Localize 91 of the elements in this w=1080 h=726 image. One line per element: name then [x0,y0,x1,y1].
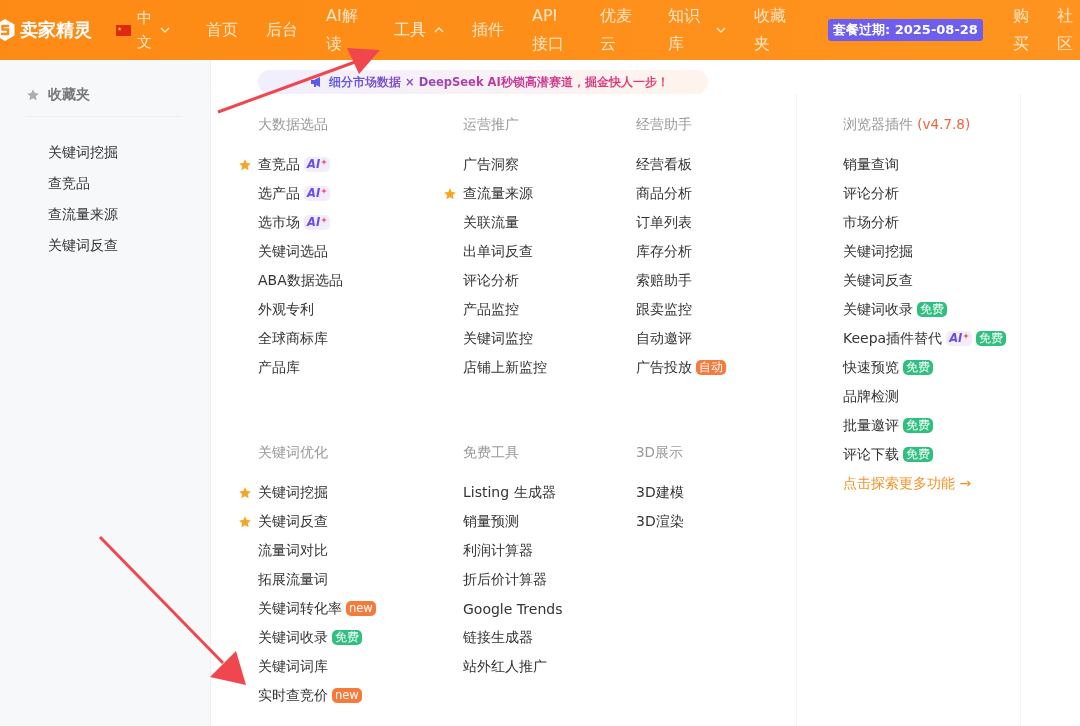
menu-item[interactable]: 利润计算器 [463,541,533,560]
menu-item[interactable]: 关键词挖掘 [258,483,328,502]
menu-item[interactable]: 批量邀评 [843,416,899,435]
menu-item[interactable]: Listing 生成器 [463,483,556,502]
free-badge: 免费 [332,630,362,645]
menu-item[interactable]: 品牌检测 [843,387,899,406]
auto-badge: 自动 [696,360,726,375]
ai-badge: AI [946,331,973,346]
expiry-badge: 套餐过期: 2025-08-28 [828,19,983,41]
flag-icon [116,24,131,36]
menu-item[interactable]: 产品库 [258,358,300,377]
menu-item[interactable]: 链接生成器 [463,628,533,647]
menu-item[interactable]: 全球商标库 [258,329,328,348]
menu-item[interactable]: 折后价计算器 [463,570,547,589]
menu-item[interactable]: 索赔助手 [636,271,692,290]
group-title: 关键词优化 [258,443,329,462]
menu-item[interactable]: 关键词反查 [258,512,328,531]
ai-badge: AI [304,157,331,172]
free-badge: 免费 [903,447,933,462]
group-title: 运营推广 [463,115,520,134]
menu-item[interactable]: 评论分析 [463,271,519,290]
menu-item[interactable]: 关键词转化率 [258,599,342,618]
menu-item[interactable]: 经营看板 [636,155,692,174]
star-icon [443,186,457,201]
menu-item[interactable]: 站外红人推广 [463,657,547,676]
menu-item[interactable]: 广告洞察 [463,155,519,174]
menu-item[interactable]: 关联流量 [463,213,519,232]
menu-item[interactable]: 选市场 [258,213,300,232]
menu-item[interactable]: ABA数据选品 [258,271,343,290]
menu-item[interactable]: 查流量来源 [463,184,533,203]
menu-item[interactable]: 广告投放 [636,358,692,377]
free-badge: 免费 [903,360,933,375]
menu-item[interactable]: 关键词收录 [843,300,913,319]
megaphone-icon [310,76,323,88]
sidebar-item[interactable]: 查流量来源 [48,199,180,230]
chevron-icon [716,27,726,33]
menu-item[interactable]: Google Trends [463,600,563,617]
new-badge: new [332,688,362,703]
sidebar-item[interactable]: 查竞品 [48,168,180,199]
star-icon [238,157,252,172]
group-title: 浏览器插件 (v4.7.8) [843,115,972,134]
sidebar-title: 收藏夹 [48,86,90,104]
chevron-icon [434,27,444,33]
menu-item[interactable]: 拓展流量词 [258,570,328,589]
menu-item[interactable]: 流量词对比 [258,541,328,560]
menu-item[interactable]: 实时查竞价 [258,686,328,705]
menu-item[interactable]: 关键词选品 [258,242,328,261]
group-title: 免费工具 [463,443,520,462]
menu-item[interactable]: 快速预览 [843,358,899,377]
announcement-banner[interactable]: 细分市场数据 × DeepSeek AI秒锁高潜赛道，掘金快人一步！ [258,70,708,94]
menu-item[interactable]: 外观专利 [258,300,314,319]
group-title: 经营助手 [636,115,693,134]
menu-item[interactable]: 评论分析 [843,184,899,203]
star-icon [238,514,252,529]
menu-item[interactable]: 查竞品 [258,155,300,174]
free-badge: 免费 [903,418,933,433]
star-icon [26,88,40,102]
group-title: 大数据选品 [258,115,329,134]
menu-item[interactable]: 出单词反查 [463,242,533,261]
sidebar-item[interactable]: 关键词反查 [48,230,180,261]
new-badge: new [346,601,376,616]
menu-item[interactable]: 3D渲染 [636,512,684,531]
group-title: 3D展示 [636,443,684,462]
logo-text: 卖家精灵 [20,18,92,42]
menu-item[interactable]: 库存分析 [636,242,692,261]
menu-item[interactable]: 商品分析 [636,184,692,203]
menu-item[interactable]: 关键词收录 [258,628,328,647]
logo-icon [0,18,16,42]
menu-item[interactable]: 市场分析 [843,213,899,232]
sidebar-item[interactable]: 关键词挖掘 [48,137,180,168]
menu-item[interactable]: 选产品 [258,184,300,203]
menu-item[interactable]: Keepa插件替代 [843,329,943,348]
star-icon [238,485,252,500]
menu-item[interactable]: 3D建模 [636,483,684,502]
menu-item[interactable]: 店铺上新监控 [463,358,547,377]
chevron-icon [159,27,170,33]
free-badge: 免费 [976,331,1007,346]
menu-item[interactable]: 评论下载 [843,445,899,464]
menu-item[interactable]: 销量预测 [463,512,519,531]
menu-item[interactable]: 跟卖监控 [636,300,692,319]
menu-item[interactable]: 销量查询 [843,155,899,174]
menu-item[interactable]: 自动邀评 [636,329,692,348]
menu-item[interactable]: 关键词反查 [843,271,913,290]
free-badge: 免费 [917,302,947,317]
menu-item[interactable]: 关键词监控 [463,329,533,348]
menu-item[interactable]: 关键词挖掘 [843,242,913,261]
ai-badge: AI [304,186,331,201]
menu-item[interactable]: 关键词词库 [258,657,328,676]
menu-item[interactable]: 订单列表 [636,213,692,232]
menu-item[interactable]: 产品监控 [463,300,519,319]
ai-badge: AI [304,215,331,230]
